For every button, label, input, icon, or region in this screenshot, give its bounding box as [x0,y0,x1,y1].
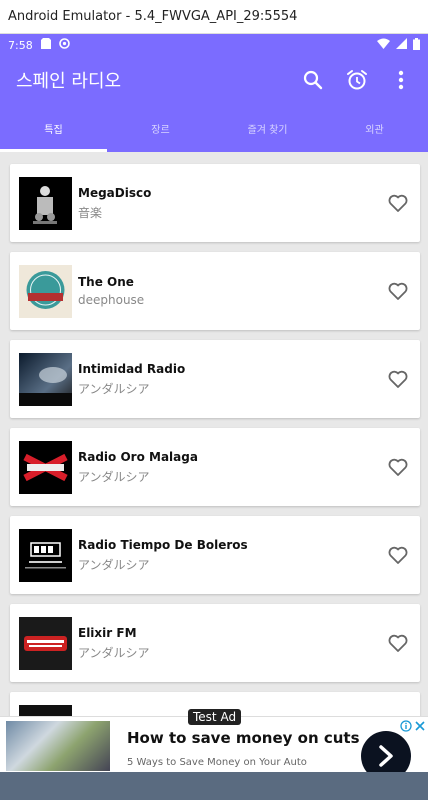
signal-icon [396,38,407,52]
circle-status-icon [58,38,70,52]
station-genre: アンダルシア [78,645,150,660]
station-logo [19,264,72,318]
station-title: Elixir FM [78,625,137,640]
station-title: MegaDisco [78,185,152,200]
tab-label: 특집 [44,124,63,136]
favorite-heart-icon[interactable] [376,634,420,652]
station-title: Intimidad Radio [78,361,186,376]
station-genre: deephouse [78,293,145,307]
station-logo [19,352,72,406]
more-vert-icon[interactable] [388,67,414,93]
station-logo [19,616,72,670]
station-card[interactable]: Radio Oro Malaga アンダルシア [10,428,420,506]
tab-favorites[interactable]: 즐겨 찾기 [214,104,321,152]
station-card[interactable]: Elixir FM アンダルシア [10,604,420,682]
station-logo [19,176,72,230]
navigation-bar [0,772,428,800]
ad-headline[interactable]: How to save money on cuts [127,729,360,747]
favorite-heart-icon[interactable] [376,458,420,476]
favorite-heart-icon[interactable] [376,282,420,300]
app-bar: 스페인 라디오 [0,56,428,104]
ad-image[interactable] [6,721,110,771]
tab-genre[interactable]: 장르 [107,104,214,152]
station-genre: 音楽 [78,205,103,220]
station-genre: アンダルシア [78,469,150,484]
sd-card-icon [40,38,51,52]
ad-subtext[interactable]: 5 Ways to Save Money on Your Auto [127,757,307,768]
ad-close-icon[interactable] [414,717,426,736]
ad-label: Test Ad [188,709,242,725]
ad-banner[interactable]: How to save money on cuts 5 Ways to Save… [0,709,428,781]
app-title: 스페인 라디오 [16,71,122,92]
station-card[interactable]: MegaDisco 音楽 [10,164,420,242]
favorite-heart-icon[interactable] [376,546,420,564]
alarm-icon[interactable] [344,67,370,93]
search-icon[interactable] [300,67,326,93]
tab-featured[interactable]: 특집 [0,104,107,152]
tab-bar: 특집 장르 즐겨 찾기 외관 [0,104,428,152]
status-time: 7:58 [8,38,33,52]
station-title: Radio Tiempo De Boleros [78,537,248,552]
window-title: Android Emulator - 5.4_FWVGA_API_29:5554 [0,0,428,34]
station-genre: アンダルシア [78,381,150,396]
status-bar: 7:58 [0,34,428,56]
station-card[interactable]: Intimidad Radio アンダルシア [10,340,420,418]
station-logo [19,704,72,716]
tab-appearance[interactable]: 외관 [321,104,428,152]
wifi-icon [377,38,390,52]
station-list[interactable]: MegaDisco 音楽 The One deephouse Intimidad… [0,152,428,716]
battery-icon [413,37,420,53]
station-logo [19,440,72,494]
station-genre: アンダルシア [78,557,150,572]
station-card[interactable]: Radio Tiempo De Boleros アンダルシア [10,516,420,594]
ad-info-icon[interactable] [400,717,412,736]
station-logo [19,528,72,582]
station-title: Radio Oro Malaga [78,449,198,464]
tab-label: 외관 [365,124,384,136]
favorite-heart-icon[interactable] [376,194,420,212]
tab-label: 즐겨 찾기 [247,124,288,136]
tab-label: 장르 [151,124,170,136]
favorite-heart-icon[interactable] [376,370,420,388]
station-title: The One [78,275,134,289]
station-card[interactable]: The One deephouse [10,252,420,330]
